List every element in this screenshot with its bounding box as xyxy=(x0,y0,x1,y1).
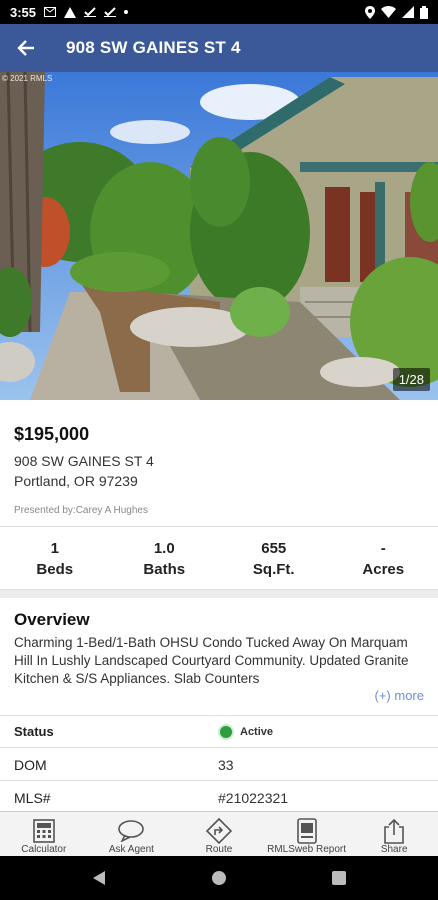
nav-label: Share xyxy=(380,844,408,855)
detail-row-mls: MLS# #21022321 xyxy=(0,782,438,814)
check-icon xyxy=(84,7,97,17)
listing-photo-image xyxy=(0,72,438,400)
fact-value: 1 xyxy=(50,540,59,557)
photo-copyright: © 2021 RMLS xyxy=(2,74,53,83)
fact-acres: - Acres xyxy=(329,527,438,589)
signal-icon xyxy=(402,6,414,18)
overview-section: Overview Charming 1-Bed/1-Bath OHSU Cond… xyxy=(0,598,438,716)
nav-label: Calculator xyxy=(21,844,67,855)
facts-row: 1 Beds 1.0 Baths 655 Sq.Ft. - Acres xyxy=(0,527,438,590)
nav-route[interactable]: Route xyxy=(175,812,263,856)
back-triangle-icon[interactable] xyxy=(92,870,106,886)
overview-title: Overview xyxy=(14,610,90,629)
fact-label: Beds xyxy=(36,561,74,578)
gmail-icon xyxy=(44,7,57,17)
overview-text: Charming 1-Bed/1-Bath OHSU Condo Tucked … xyxy=(14,635,409,686)
fact-beds: 1 Beds xyxy=(0,527,110,589)
home-circle-icon[interactable] xyxy=(211,870,227,886)
detail-label: MLS# xyxy=(14,789,51,806)
back-button[interactable] xyxy=(0,24,52,72)
chat-bubble-icon xyxy=(118,820,145,842)
nav-label: RMLSweb Report xyxy=(267,844,347,855)
photo-counter: 1/28 xyxy=(392,368,430,391)
share-icon xyxy=(384,818,404,844)
nav-rmlsweb-report[interactable]: RMLSweb Report xyxy=(263,812,351,856)
fact-label: Baths xyxy=(143,561,186,578)
system-nav-bar xyxy=(0,856,438,900)
detail-label: Status xyxy=(14,724,54,739)
nav-label: Route xyxy=(205,844,233,855)
nav-ask-agent[interactable]: Ask Agent xyxy=(88,812,176,856)
nav-calculator[interactable]: Calculator xyxy=(0,812,88,856)
report-icon xyxy=(296,818,317,844)
fact-label: Acres xyxy=(362,561,405,578)
fact-value: 655 xyxy=(261,540,287,557)
presented-by: Presented by:Carey A Hughes xyxy=(14,505,148,516)
dot-icon xyxy=(124,10,129,14)
status-value: Active xyxy=(240,725,274,738)
listing-summary: $195,000 908 SW GAINES ST 4 Portland, OR… xyxy=(0,400,438,527)
detail-row-dom: DOM 33 xyxy=(0,749,438,781)
arrow-left-icon xyxy=(17,40,34,56)
nav-label: Ask Agent xyxy=(108,844,154,855)
fact-value: 1.0 xyxy=(153,540,175,557)
more-link[interactable]: (+) more xyxy=(375,688,424,703)
detail-row-status: Status Active xyxy=(0,716,438,748)
status-time: 3:55 xyxy=(10,4,37,20)
check-icon xyxy=(104,7,117,17)
calculator-icon xyxy=(32,819,55,843)
fact-sqft: 655 Sq.Ft. xyxy=(219,527,329,589)
listing-price: $195,000 xyxy=(14,424,90,444)
detail-value: Active xyxy=(218,723,274,740)
alert-icon xyxy=(64,6,77,18)
fact-value: - xyxy=(380,540,386,557)
wifi-icon xyxy=(381,6,396,18)
status-dot-icon xyxy=(218,723,234,740)
nav-share[interactable]: Share xyxy=(350,812,438,856)
section-divider xyxy=(0,590,438,598)
fact-baths: 1.0 Baths xyxy=(110,527,220,589)
detail-value: 33 xyxy=(218,756,234,773)
location-icon xyxy=(365,5,375,19)
route-icon xyxy=(205,818,232,844)
detail-value: #21022321 xyxy=(218,789,289,806)
detail-label: DOM xyxy=(14,756,47,773)
address-line-2: Portland, OR 97239 xyxy=(14,473,138,489)
app-bar: 908 SW GAINES ST 4 xyxy=(0,24,438,72)
bottom-nav: Calculator Ask Agent Route RMLSweb Repor… xyxy=(0,811,438,856)
battery-icon xyxy=(420,5,428,19)
fact-label: Sq.Ft. xyxy=(252,561,295,578)
status-bar: 3:55 xyxy=(0,0,438,24)
page-title: 908 SW GAINES ST 4 xyxy=(66,38,241,57)
recents-square-icon[interactable] xyxy=(332,871,346,885)
address-line-1: 908 SW GAINES ST 4 xyxy=(14,453,154,469)
listing-photo[interactable]: © 2021 RMLS 1/28 xyxy=(0,72,438,400)
